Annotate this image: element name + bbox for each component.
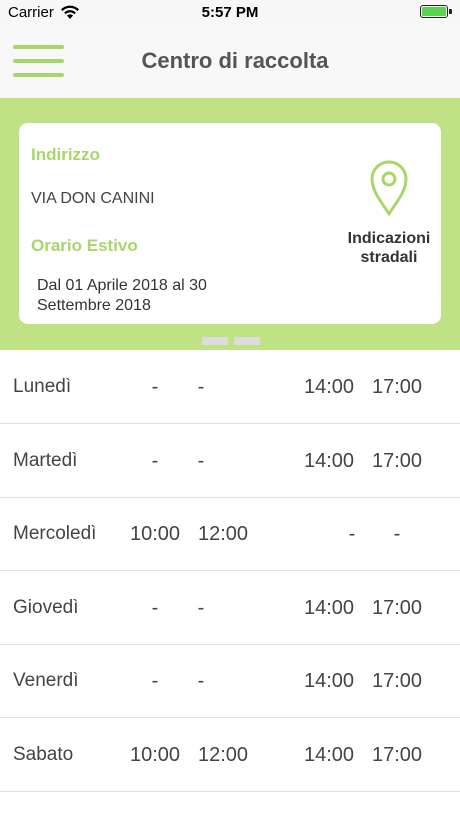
address-label: Indirizzo bbox=[31, 145, 100, 164]
morning-open-time: 10:00 bbox=[129, 744, 181, 766]
day-label: Venerdì bbox=[13, 670, 79, 691]
afternoon-close-time: 17:00 bbox=[371, 597, 423, 619]
morning-open-time: 10:00 bbox=[129, 523, 181, 545]
afternoon-close-time: 17:00 bbox=[371, 744, 423, 766]
battery-tip bbox=[449, 9, 452, 14]
page-indicator[interactable] bbox=[202, 332, 266, 350]
afternoon-open-time: 14:00 bbox=[303, 744, 355, 766]
table-row: Giovedì - - 14:00 17:00 bbox=[0, 571, 460, 645]
table-row: Sabato 10:00 12:00 14:00 17:00 bbox=[0, 718, 460, 792]
info-card[interactable]: Indirizzo VIA DON CANINI Orario Estivo D… bbox=[19, 123, 441, 324]
schedule-period: Dal 01 Aprile 2018 al 30 Settembre 2018 bbox=[37, 276, 257, 316]
status-bar: Carrier 5:57 PM bbox=[0, 0, 460, 26]
day-label: Mercoledì bbox=[13, 523, 97, 544]
afternoon-close-time: 17:00 bbox=[371, 670, 423, 692]
directions-label-2: stradali bbox=[360, 249, 418, 266]
directions-button[interactable]: Indicazioni stradali bbox=[337, 159, 441, 279]
afternoon-open-time: 14:00 bbox=[303, 376, 355, 398]
directions-label-1: Indicazioni bbox=[347, 230, 431, 247]
info-band: Indirizzo VIA DON CANINI Orario Estivo D… bbox=[0, 98, 460, 350]
app-header: Centro di raccolta bbox=[0, 26, 460, 98]
day-label: Lunedì bbox=[13, 376, 72, 397]
afternoon-close-time: 17:00 bbox=[371, 376, 423, 398]
map-pin-icon bbox=[370, 160, 408, 216]
page-title: Centro di raccolta bbox=[141, 48, 329, 73]
battery-icon bbox=[420, 5, 448, 18]
morning-close-time: 12:00 bbox=[197, 523, 249, 545]
afternoon-close-time: 17:00 bbox=[371, 450, 423, 472]
morning-close-time: 12:00 bbox=[197, 744, 249, 766]
morning-close-time: - bbox=[197, 597, 205, 619]
day-label: Giovedì bbox=[13, 597, 79, 618]
address-value: VIA DON CANINI bbox=[31, 190, 155, 207]
morning-close-time: - bbox=[197, 376, 205, 398]
table-row: Mercoledì 10:00 12:00 - - bbox=[0, 497, 460, 571]
period-line-2: Settembre 2018 bbox=[37, 297, 151, 314]
day-label: Martedì bbox=[13, 450, 78, 471]
period-line-1: Dal 01 Aprile 2018 al 30 bbox=[37, 277, 207, 294]
page-dot[interactable] bbox=[202, 337, 228, 345]
morning-close-time: - bbox=[197, 670, 205, 692]
table-row: Venerdì - - 14:00 17:00 bbox=[0, 644, 460, 718]
day-label: Sabato bbox=[13, 744, 74, 765]
afternoon-close-time: - bbox=[393, 523, 401, 545]
table-row: Martedì - - 14:00 17:00 bbox=[0, 424, 460, 498]
clock: 5:57 PM bbox=[201, 4, 259, 21]
morning-close-time: - bbox=[197, 450, 205, 472]
afternoon-open-time: 14:00 bbox=[303, 450, 355, 472]
schedule-label: Orario Estivo bbox=[31, 236, 138, 255]
afternoon-open-time: 14:00 bbox=[303, 670, 355, 692]
afternoon-open-time: 14:00 bbox=[303, 597, 355, 619]
table-row: Lunedì - - 14:00 17:00 bbox=[0, 350, 460, 424]
page-dot[interactable] bbox=[234, 337, 260, 345]
